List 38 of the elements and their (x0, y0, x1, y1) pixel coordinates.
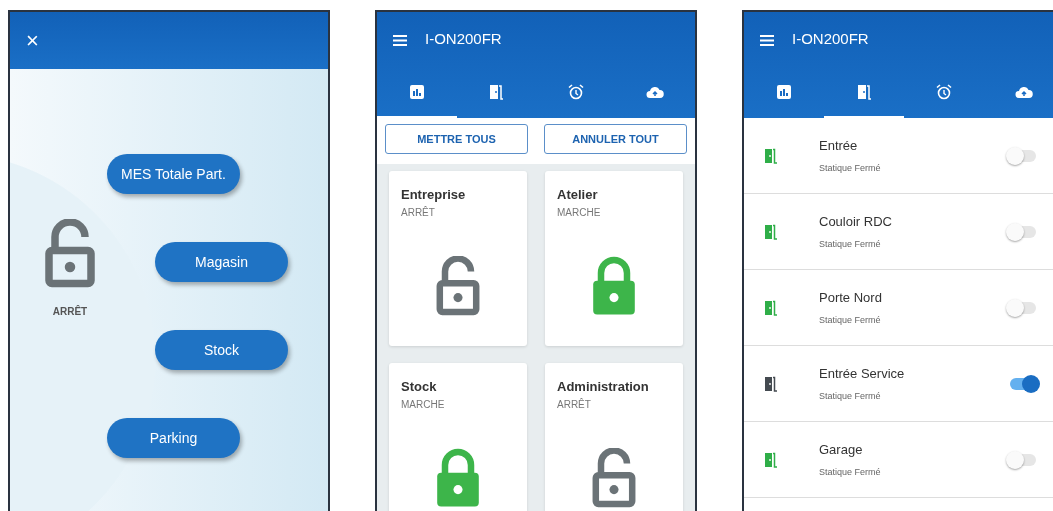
group-name: Atelier (557, 186, 599, 204)
group-status: MARCHE (557, 205, 602, 220)
action-button[interactable]: METTRE TOUS (385, 124, 528, 154)
bar-chart-icon (409, 83, 424, 100)
door-name: Entrée (819, 137, 859, 155)
app-title: I-ON200FR (792, 29, 869, 50)
group-name: Entreprise (401, 186, 467, 204)
bar-chart-icon (777, 83, 791, 100)
group-name: Stock (401, 378, 438, 396)
door-status: Statique Fermé (819, 237, 882, 251)
close-button[interactable]: × (26, 29, 39, 52)
door-name: Porte Nord (819, 289, 882, 307)
group-status: ARRÊT (401, 205, 436, 220)
status-label: ARRÊT (52, 304, 88, 319)
group-card[interactable]: Stock MARCHE (389, 363, 527, 511)
group-card[interactable]: Administration ARRÊT (545, 363, 683, 511)
group-card[interactable]: Entreprise ARRÊT (389, 171, 527, 346)
action-button[interactable]: ANNULER TOUT (544, 124, 687, 154)
group-status: ARRÊT (557, 397, 592, 412)
group-card[interactable]: Atelier MARCHE (545, 171, 683, 346)
zone-button[interactable]: Stock (155, 330, 288, 370)
group-status: MARCHE (401, 397, 446, 412)
door-name: Garage (819, 441, 864, 459)
door-name: Couloir RDC (819, 213, 892, 231)
zone-button[interactable]: Parking (107, 418, 240, 458)
door-icon (489, 83, 504, 101)
alarm-clock-icon (567, 83, 584, 101)
alarm-clock-icon (936, 83, 952, 101)
door-status: Statique Fermé (819, 313, 882, 327)
door-status: Statique Fermé (819, 465, 881, 479)
door-status: Statique Fermé (819, 161, 881, 175)
door-icon (857, 83, 871, 101)
door-status: Statique Fermé (819, 389, 882, 403)
door-name: Entrée Service (819, 365, 905, 383)
zone-button[interactable]: MES Totale Part. (107, 154, 240, 194)
app-title: I-ON200FR (425, 29, 502, 50)
zone-button[interactable]: Magasin (155, 242, 288, 282)
group-name: Administration (557, 378, 650, 396)
